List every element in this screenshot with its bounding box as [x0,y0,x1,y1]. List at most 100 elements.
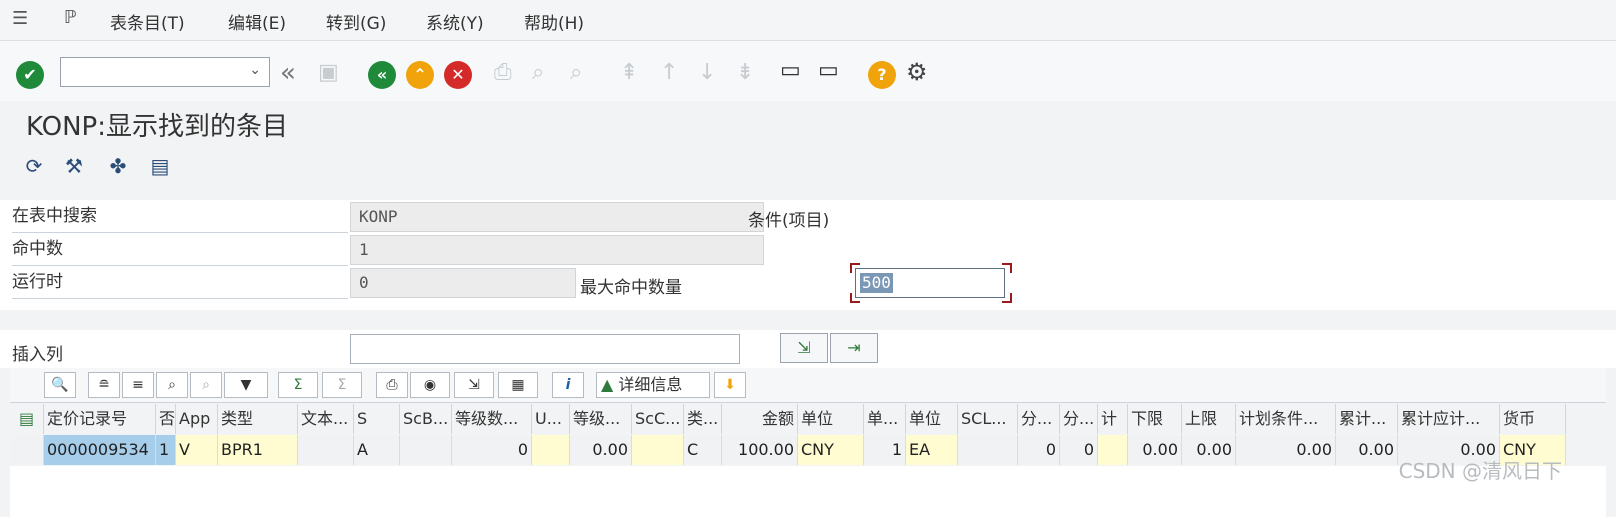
table-cell[interactable]: 0000009534 [44,435,156,465]
hits-field[interactable]: 1 [350,235,764,265]
table-cell[interactable] [532,435,570,465]
table-cell[interactable] [632,435,684,465]
details-icon[interactable]: 🔍 [44,372,76,398]
table-cell[interactable]: CNY [798,435,864,465]
row-selector-icon[interactable]: ▤ [10,404,44,434]
create-shortcut-icon[interactable]: ▭ [818,58,839,83]
col-header[interactable]: 单... [864,404,906,434]
download-icon[interactable]: ⬇ [714,372,746,398]
table-cell[interactable]: 0 [1018,435,1060,465]
find-icon[interactable]: ⌕ [156,372,188,398]
table-cell[interactable]: 0.00 [570,435,632,465]
table-cell[interactable]: 100.00 [722,435,798,465]
find-icon[interactable]: ⌕ [532,60,544,85]
col-header[interactable]: 上限 [1182,404,1236,434]
col-header[interactable]: ScC... [632,404,684,434]
table-cell[interactable]: V [176,435,218,465]
insert-column-button[interactable]: ⇲ [780,333,828,363]
search-table-field[interactable]: KONP [350,202,764,232]
exit-icon[interactable]: ⌃ [406,61,434,89]
filter-icon[interactable]: ▼ [224,372,268,398]
info-icon[interactable]: i [552,372,584,398]
menu-item-edit[interactable]: 编辑(E) [228,9,286,34]
help-icon[interactable]: ? [868,61,896,89]
col-header[interactable]: 分... [1060,404,1098,434]
find-next-icon[interactable]: ⌕ [570,60,582,85]
create-session-icon[interactable]: ▭ [780,58,801,83]
first-page-icon[interactable]: ⇞ [620,60,638,85]
export-icon[interactable]: ⇲ [454,372,494,398]
print-icon[interactable]: ⎙ [376,372,408,398]
runtime-field[interactable]: 0 [350,268,576,298]
double-left-icon[interactable]: « [280,58,296,88]
col-header[interactable]: 单位 [906,404,958,434]
detail-info-button[interactable]: ▲ 详细信息 [596,372,710,398]
table-cell[interactable]: BPR1 [218,435,298,465]
table-cell[interactable]: 0 [1060,435,1098,465]
menu-item-table-entry[interactable]: 表条目(T) [110,9,185,34]
table-cell[interactable] [958,435,1018,465]
col-header[interactable]: App [176,404,218,434]
col-header[interactable]: 下限 [1128,404,1182,434]
save-icon[interactable]: ▣ [318,60,339,85]
views-icon[interactable]: ◉ [410,372,450,398]
gear-icon[interactable]: ⚙ [906,58,928,86]
menu-icon[interactable]: ☰ [12,8,28,29]
col-header[interactable]: 货币 [1500,404,1566,434]
col-header[interactable]: 金额 [722,404,798,434]
next-page-icon[interactable]: ↓ [698,60,716,85]
table-cell[interactable] [400,435,452,465]
enter-check-icon[interactable]: ✔ [16,61,44,89]
col-header[interactable]: 计 [1098,404,1128,434]
row-selector[interactable] [10,435,44,465]
puzzle-icon[interactable]: ✤ [104,152,132,180]
col-header[interactable]: 单位 [798,404,864,434]
document-icon[interactable]: ▤ [146,152,174,180]
col-header[interactable]: 类... [684,404,722,434]
insert-column-end-button[interactable]: ⇥ [830,333,878,363]
table-cell[interactable]: 0.00 [1128,435,1182,465]
col-header[interactable]: 定价记录号 [44,404,156,434]
table-cell[interactable] [1098,435,1128,465]
col-header[interactable]: S [354,404,400,434]
find-next-icon[interactable]: ⌕ [190,372,222,398]
insert-column-input[interactable] [350,334,740,364]
menu-item-system[interactable]: 系统(Y) [426,9,484,34]
refresh-icon[interactable]: ⟳ [20,152,48,180]
table-cell[interactable]: 0 [452,435,532,465]
user-menu-icon[interactable]: ℙ [64,7,77,28]
col-header[interactable]: 分... [1018,404,1060,434]
menu-item-goto[interactable]: 转到(G) [326,9,386,34]
chevron-down-icon[interactable]: ⌄ [249,62,261,78]
col-header[interactable]: U... [532,404,570,434]
col-header[interactable]: SCL... [958,404,1018,434]
table-cell[interactable] [298,435,354,465]
col-header[interactable]: 等级数... [452,404,532,434]
table-cell[interactable]: C [684,435,722,465]
sort-ascending-icon[interactable]: ≘ [88,372,120,398]
sort-descending-icon[interactable]: ≡ [122,372,154,398]
prev-page-icon[interactable]: ↑ [660,60,678,85]
command-field[interactable]: ⌄ [60,57,270,87]
col-header[interactable]: 计划条件... [1236,404,1336,434]
menu-item-help[interactable]: 帮助(H) [524,9,584,34]
max-hits-input[interactable]: 500 [855,268,1005,298]
col-header[interactable]: 否 [156,404,176,434]
col-header[interactable]: 累计... [1336,404,1398,434]
col-header[interactable]: 类型 [218,404,298,434]
print-icon[interactable]: ⎙ [494,60,512,85]
table-cell[interactable]: 1 [156,435,176,465]
table-cell[interactable]: 1 [864,435,906,465]
col-header[interactable]: 文本... [298,404,354,434]
table-cell[interactable]: EA [906,435,958,465]
col-header[interactable]: 累计应计... [1398,404,1500,434]
subtotal-icon[interactable]: Σ [322,372,362,398]
table-cell[interactable]: 0.00 [1182,435,1236,465]
table-cell[interactable]: A [354,435,400,465]
tools-icon[interactable]: ⚒ [60,152,88,180]
cancel-icon[interactable]: ✕ [444,61,472,89]
sum-icon[interactable]: Σ [278,372,318,398]
last-page-icon[interactable]: ⇟ [736,60,754,85]
table-cell[interactable]: 0.00 [1236,435,1336,465]
back-icon[interactable]: « [368,61,396,89]
